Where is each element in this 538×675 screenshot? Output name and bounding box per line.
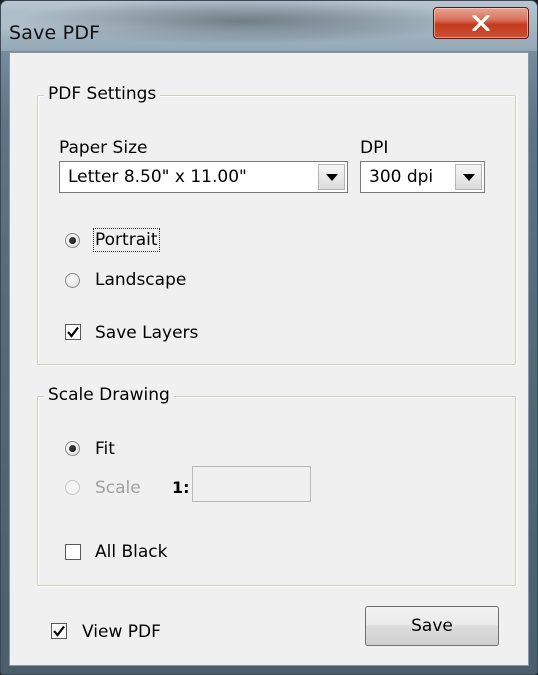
save-layers-checkbox[interactable] (65, 324, 81, 340)
checkmark-icon (67, 326, 79, 338)
all-black-label[interactable]: All Black (95, 542, 167, 562)
scale-ratio-input (192, 466, 311, 502)
dpi-value: 300 dpi (369, 167, 434, 187)
save-layers-label[interactable]: Save Layers (95, 323, 198, 343)
landscape-radio[interactable] (65, 273, 80, 288)
scale-label: Scale (95, 478, 141, 498)
pdf-settings-legend: PDF Settings (44, 84, 161, 104)
save-button-label: Save (411, 616, 453, 636)
close-x-icon (472, 15, 490, 31)
fit-label[interactable]: Fit (95, 439, 115, 459)
paper-size-label: Paper Size (59, 138, 148, 158)
view-pdf-label[interactable]: View PDF (82, 622, 161, 642)
dialog-body: PDF Settings Paper Size Letter 8.50" x 1… (9, 52, 529, 666)
save-button[interactable]: Save (365, 606, 499, 646)
close-button[interactable] (433, 7, 529, 39)
checkmark-icon (53, 625, 65, 637)
view-pdf-checkbox[interactable] (51, 623, 67, 639)
fit-radio[interactable] (65, 441, 80, 456)
paper-size-value: Letter 8.50" x 11.00" (68, 167, 247, 187)
paper-size-dropdown-button[interactable] (318, 164, 345, 190)
scale-drawing-legend: Scale Drawing (44, 385, 174, 405)
dpi-dropdown-button[interactable] (455, 164, 482, 190)
scale-radio (65, 480, 80, 495)
portrait-label[interactable]: Portrait (93, 228, 160, 252)
portrait-radio[interactable] (65, 233, 80, 248)
title-bar[interactable]: Save PDF (1, 1, 537, 51)
window-title: Save PDF (9, 22, 101, 44)
chevron-down-icon (326, 174, 338, 181)
dpi-select[interactable]: 300 dpi (360, 161, 485, 193)
save-pdf-dialog: Save PDF PDF Settings Paper Size Letter … (0, 0, 538, 675)
paper-size-select[interactable]: Letter 8.50" x 11.00" (59, 161, 348, 193)
landscape-label[interactable]: Landscape (95, 270, 186, 290)
all-black-checkbox[interactable] (65, 544, 81, 560)
chevron-down-icon (463, 174, 475, 181)
dpi-label: DPI (360, 138, 389, 158)
scale-ratio-prefix: 1: (172, 478, 190, 497)
